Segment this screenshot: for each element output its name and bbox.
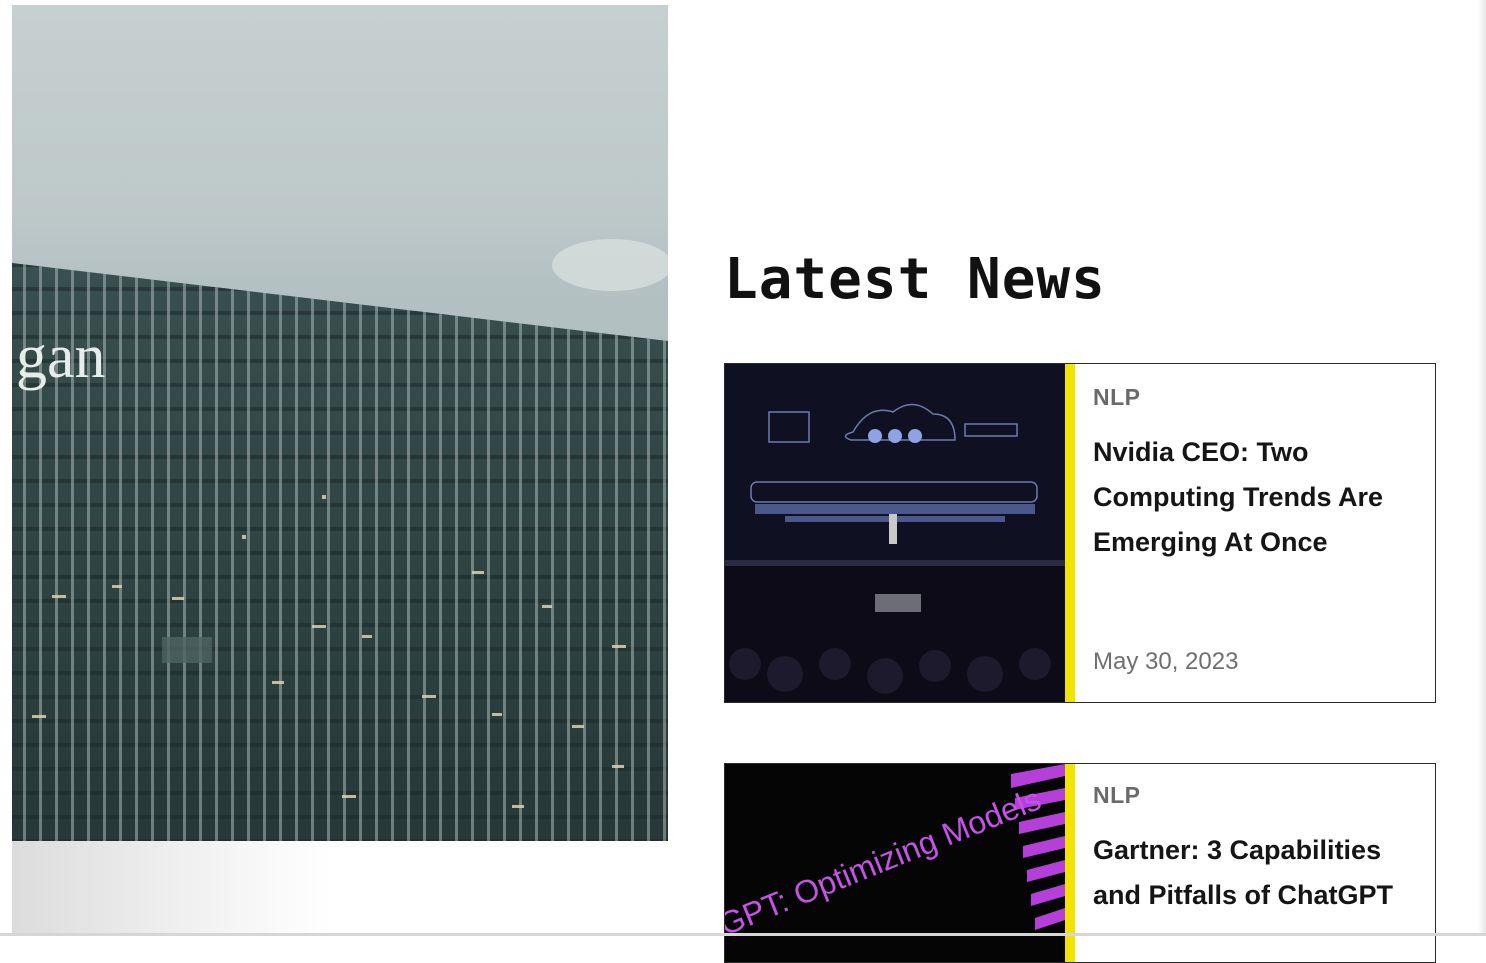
bottom-fade [12, 841, 332, 936]
article-headline[interactable]: Gartner: 3 Capabilities and Pitfalls of … [1093, 828, 1403, 918]
article-thumbnail [725, 364, 1065, 702]
hero-image: gan [12, 5, 668, 841]
news-card[interactable]: NLP Nvidia CEO: Two Computing Trends Are… [724, 363, 1436, 703]
article-headline[interactable]: Nvidia CEO: Two Computing Trends Are Eme… [1093, 430, 1403, 565]
stage-keynote-image [725, 364, 1065, 702]
section-title: Latest News [724, 247, 1106, 312]
window-edge [1478, 0, 1486, 936]
article-category[interactable]: NLP [1093, 782, 1141, 809]
accent-bar [1065, 364, 1075, 702]
building-sign-text: gan [16, 323, 106, 391]
card-body: NLP Nvidia CEO: Two Computing Trends Are… [1093, 364, 1415, 702]
building-photo: gan [12, 239, 668, 841]
article-date: May 30, 2023 [1093, 648, 1239, 675]
article-category[interactable]: NLP [1093, 384, 1141, 411]
